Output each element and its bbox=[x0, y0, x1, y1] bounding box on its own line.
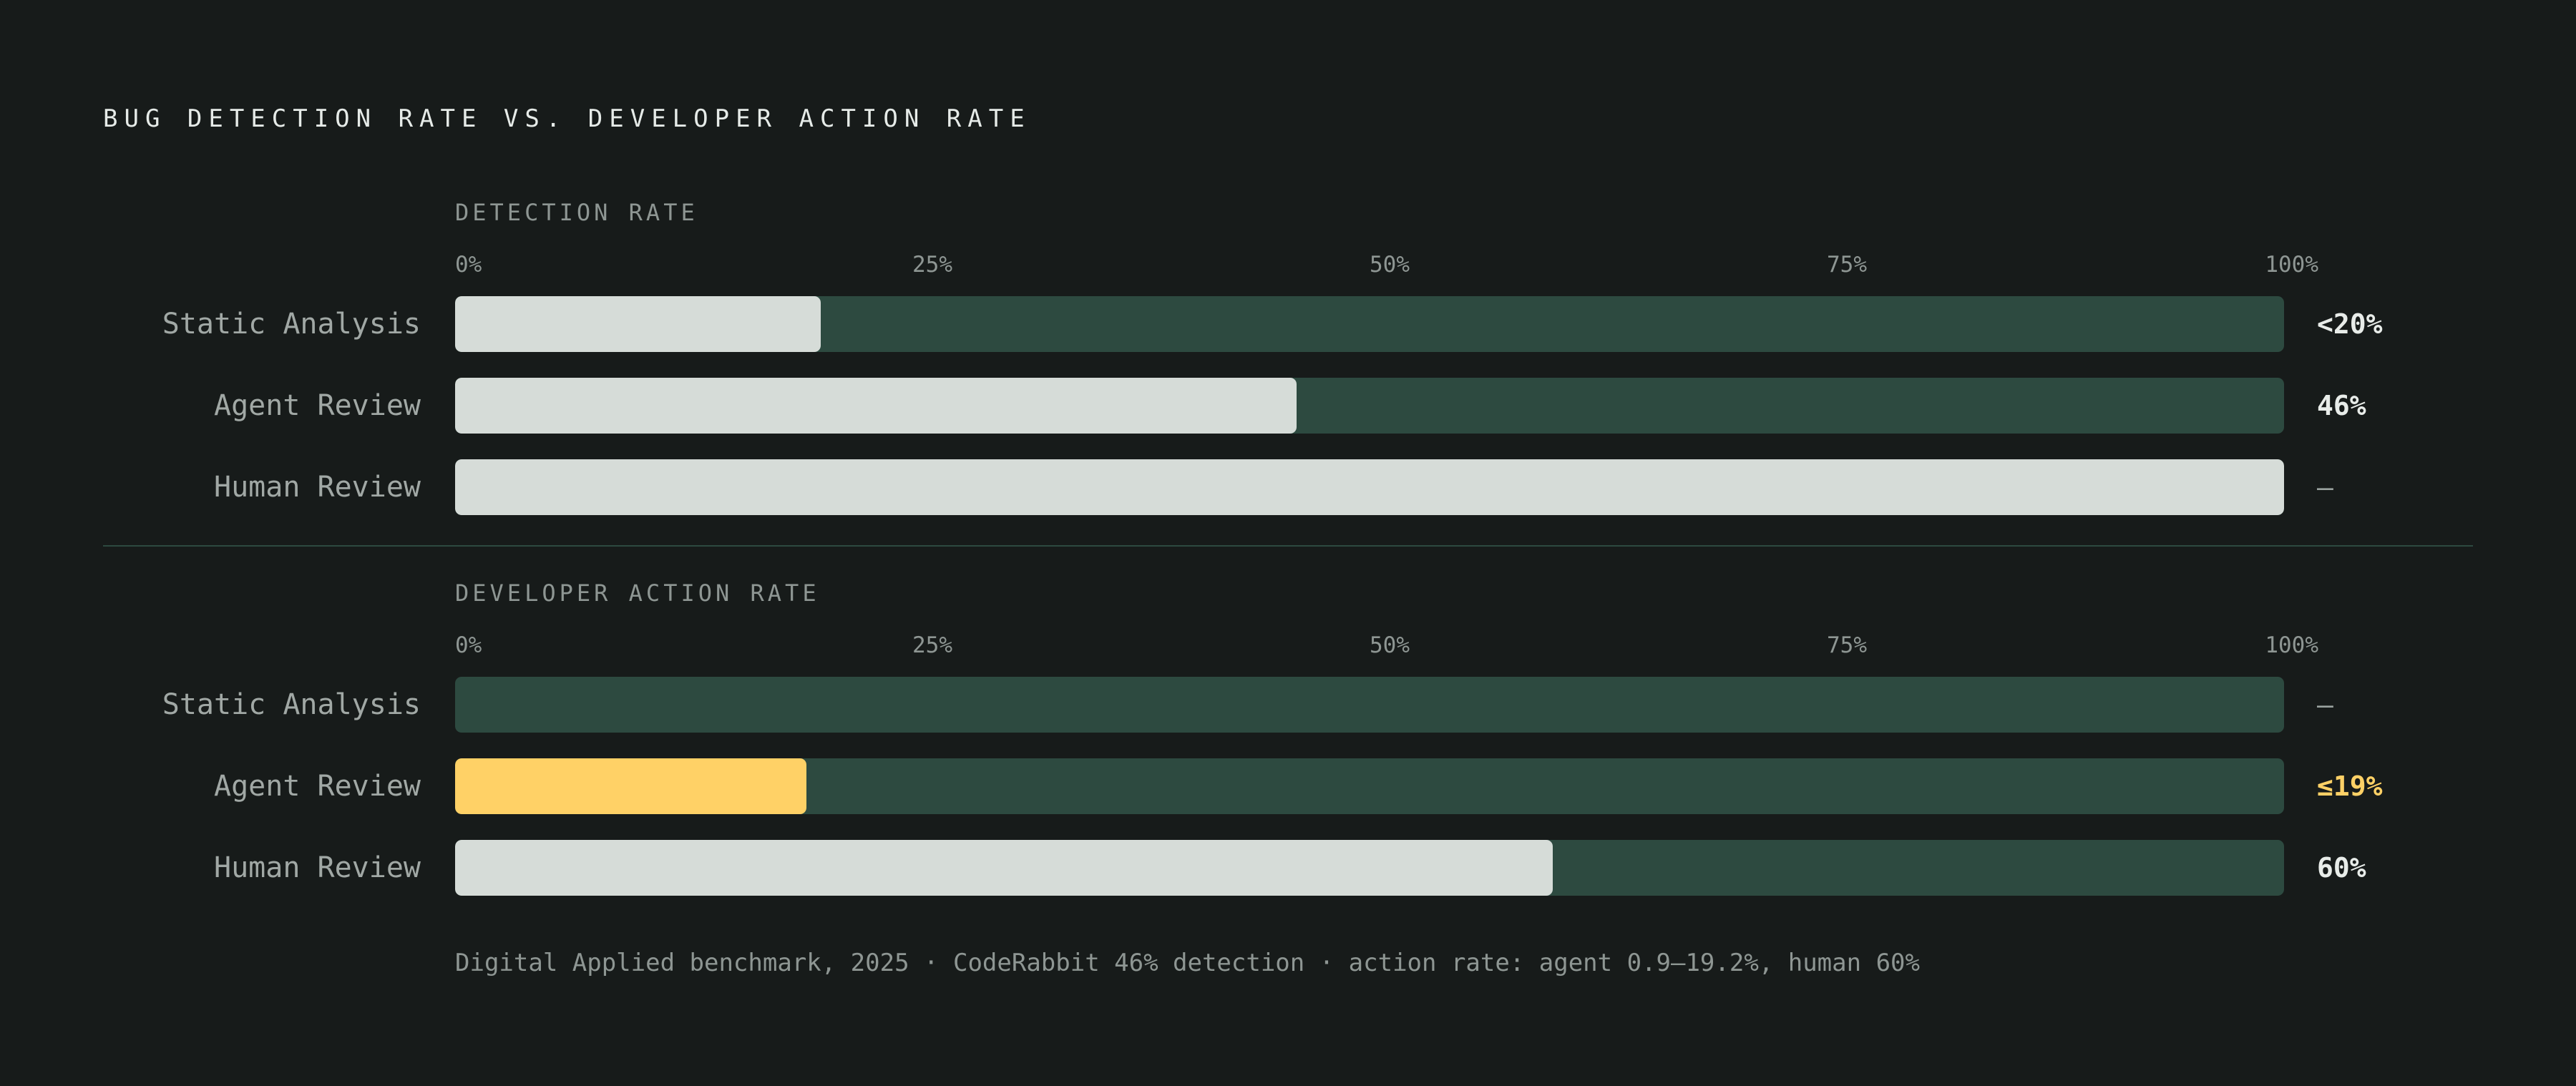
value-label: <20% bbox=[2317, 308, 2383, 340]
bar-fill bbox=[455, 758, 806, 814]
bar-track bbox=[455, 378, 2284, 434]
x-tick-label: 50% bbox=[1370, 632, 1410, 658]
x-tick-label: 75% bbox=[1827, 632, 1867, 658]
category-label: Agent Review bbox=[214, 389, 421, 422]
category-label: Human Review bbox=[214, 471, 421, 504]
value-label: 60% bbox=[2317, 852, 2366, 884]
bar-fill bbox=[455, 459, 2284, 515]
bar-track bbox=[455, 840, 2284, 896]
bar-fill bbox=[455, 378, 1297, 434]
section-title: DEVELOPER ACTION RATE bbox=[455, 579, 820, 607]
x-tick-label: 75% bbox=[1827, 252, 1867, 278]
x-tick-label: 0% bbox=[455, 632, 482, 658]
bar-row: Static Analysis <20% bbox=[0, 296, 2576, 352]
x-axis: 0% 25% 50% 75% 100% bbox=[455, 632, 2318, 661]
section-divider bbox=[103, 545, 2473, 547]
x-tick-label: 25% bbox=[912, 632, 952, 658]
bar-row: Human Review 60% bbox=[0, 840, 2576, 896]
x-tick-label: 0% bbox=[455, 252, 482, 278]
x-tick-label: 25% bbox=[912, 252, 952, 278]
bar-row: Agent Review ≤19% bbox=[0, 758, 2576, 814]
value-label: 46% bbox=[2317, 390, 2366, 421]
bar-track bbox=[455, 677, 2284, 733]
bar-row: Static Analysis — bbox=[0, 677, 2576, 733]
bar-track bbox=[455, 758, 2284, 814]
category-label: Static Analysis bbox=[162, 688, 421, 721]
section-title: DETECTION RATE bbox=[455, 199, 698, 226]
category-label: Static Analysis bbox=[162, 308, 421, 341]
footnote: Digital Applied benchmark, 2025 · CodeRa… bbox=[455, 949, 1920, 977]
x-tick-label: 100% bbox=[2265, 632, 2318, 658]
bar-row: Agent Review 46% bbox=[0, 378, 2576, 434]
value-label: ≤19% bbox=[2317, 771, 2383, 802]
bar-fill bbox=[455, 296, 821, 352]
x-tick-label: 50% bbox=[1370, 252, 1410, 278]
category-label: Agent Review bbox=[214, 770, 421, 803]
x-axis: 0% 25% 50% 75% 100% bbox=[455, 252, 2318, 280]
value-label: — bbox=[2317, 471, 2333, 503]
category-label: Human Review bbox=[214, 851, 421, 884]
bar-track bbox=[455, 459, 2284, 515]
bar-row: Human Review — bbox=[0, 459, 2576, 515]
bar-fill bbox=[455, 840, 1553, 896]
bar-track bbox=[455, 296, 2284, 352]
value-label: — bbox=[2317, 689, 2333, 720]
chart-title: BUG DETECTION RATE VS. DEVELOPER ACTION … bbox=[103, 104, 1031, 133]
x-tick-label: 100% bbox=[2265, 252, 2318, 278]
